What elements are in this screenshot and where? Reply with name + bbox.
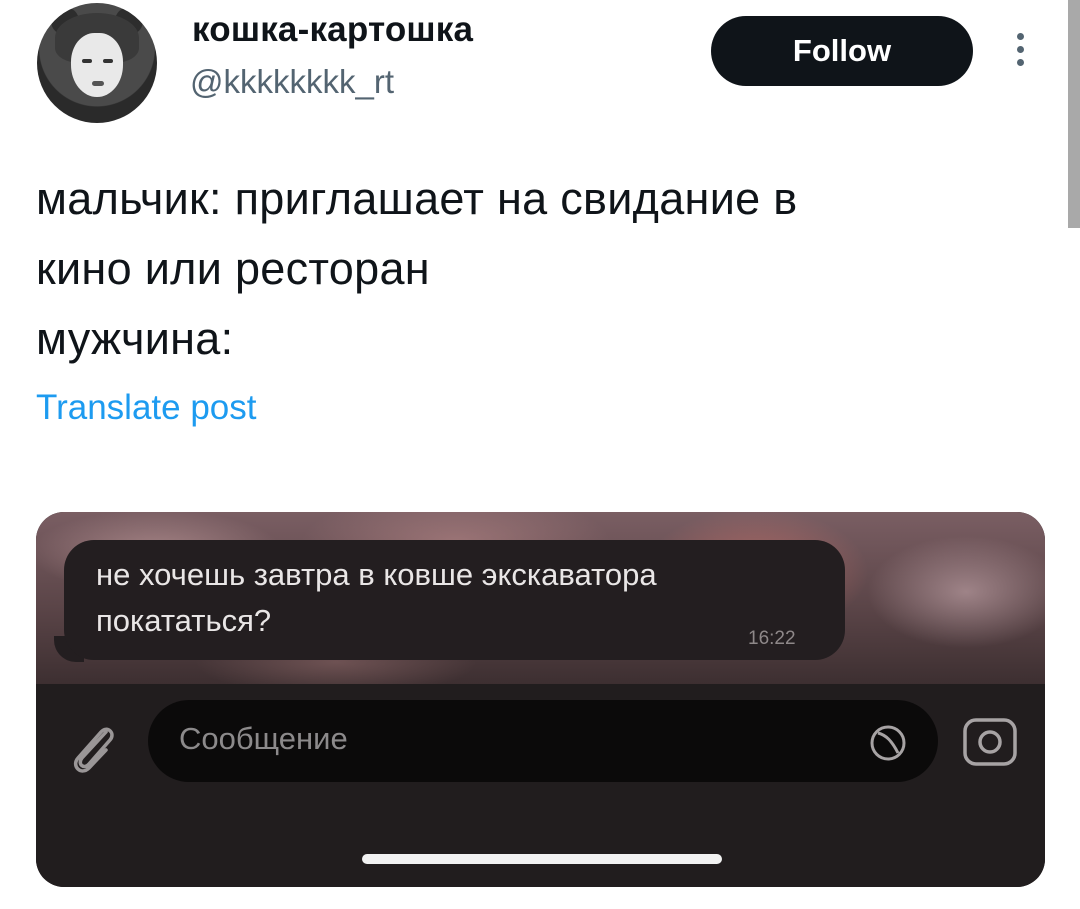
message-timestamp: 16:22 [748,628,796,649]
more-vertical-icon[interactable] [1013,33,1027,73]
avatar-face [71,33,123,97]
scrollbar[interactable] [1068,0,1080,228]
home-indicator [362,854,722,864]
tweet-text-line: мальчик: приглашает на свидание в [36,173,798,224]
sticker-icon [870,725,906,761]
tweet-text: мальчик: приглашает на свидание в кино и… [36,164,1036,374]
user-handle[interactable]: @kkkkkkkk_rt [190,63,394,101]
message-text-line: не хочешь завтра в ковше экскаватора [96,557,657,592]
translate-post-link[interactable]: Translate post [36,388,256,428]
avatar-eye-left [82,59,92,63]
follow-button[interactable]: Follow [711,16,973,86]
message-text-line: покататься? [96,603,272,638]
avatar[interactable] [37,3,157,123]
paperclip-icon [73,727,114,773]
tweet-text-line: мужчина: [36,313,234,364]
message-input-placeholder: Сообщение [179,721,348,756]
camera-icon [963,718,1017,766]
avatar-eye-right [103,59,113,63]
message-text: не хочешь завтра в ковше экскаватора пок… [96,552,836,644]
tweet-text-line: кино или ресторан [36,243,430,294]
display-name[interactable]: кошка-картошка [192,10,473,50]
tweet-media-image[interactable]: не хочешь завтра в ковше экскаватора пок… [36,512,1045,887]
avatar-lips [92,81,104,86]
